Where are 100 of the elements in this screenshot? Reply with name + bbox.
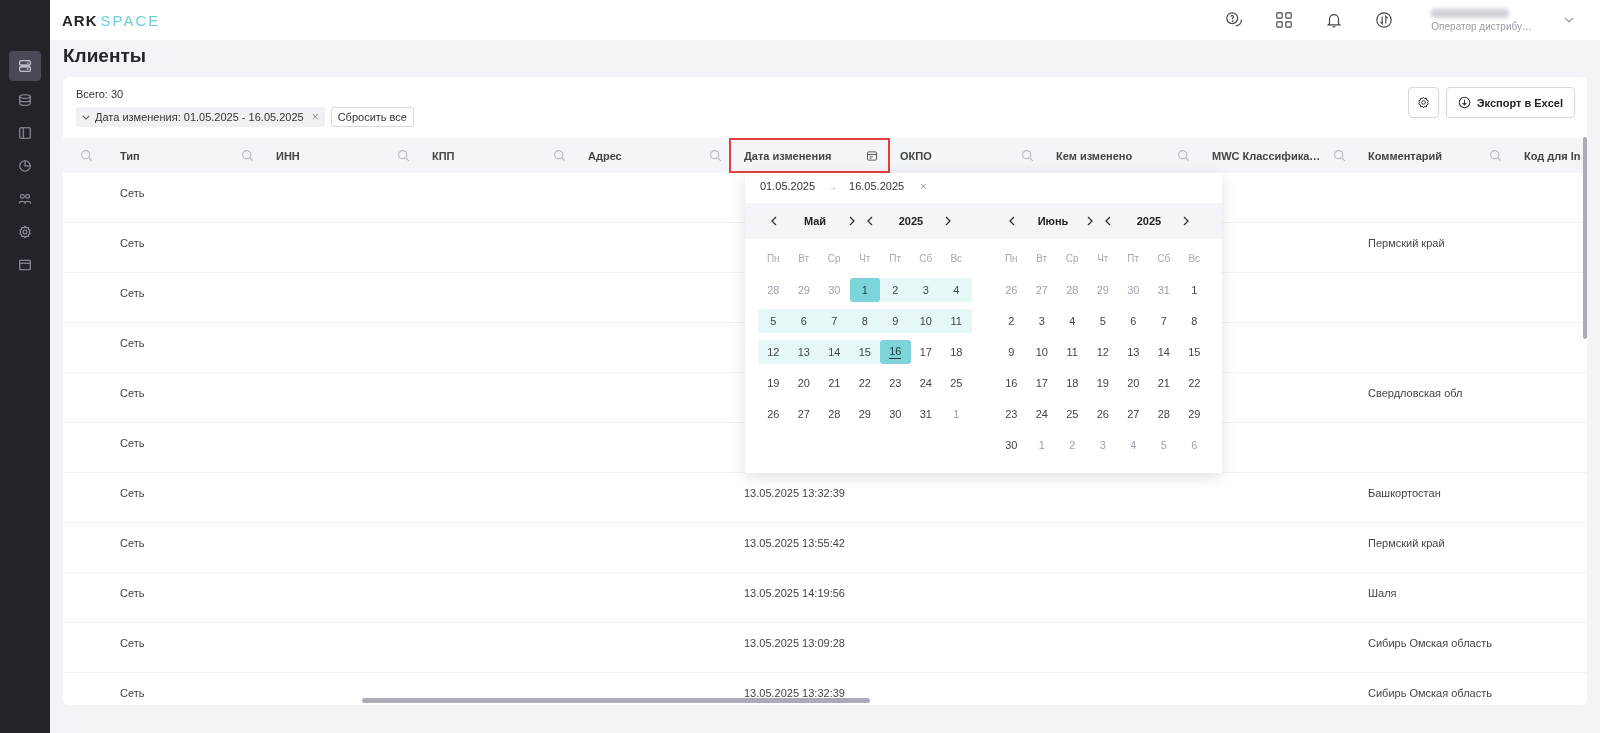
year-label[interactable]: 2025 <box>881 215 941 227</box>
calendar-day[interactable]: 3 <box>1026 308 1057 333</box>
calendar-day[interactable]: 26 <box>758 401 789 426</box>
calendar-day[interactable]: 11 <box>941 308 972 333</box>
calendar-day[interactable]: 27 <box>788 401 819 426</box>
calendar-day[interactable]: 16 <box>880 339 911 364</box>
calendar-day[interactable]: 25 <box>1057 401 1088 426</box>
calendar-day[interactable]: 8 <box>1179 308 1210 333</box>
calendar-day[interactable]: 26 <box>1087 401 1118 426</box>
calendar-day[interactable]: 29 <box>1179 401 1210 426</box>
calendar-day[interactable]: 11 <box>1057 339 1088 364</box>
column-header[interactable]: Дата изменения <box>744 149 832 162</box>
column-header[interactable]: Тип <box>120 149 140 162</box>
calendar-day[interactable]: 8 <box>849 308 880 333</box>
calendar-day[interactable]: 23 <box>880 370 911 395</box>
calendar-day[interactable]: 5 <box>1087 308 1118 333</box>
calendar-day[interactable]: 4 <box>941 277 972 302</box>
calendar-day[interactable]: 12 <box>1087 339 1118 364</box>
calendar-day[interactable]: 30 <box>996 432 1027 457</box>
calendar-day[interactable]: 20 <box>788 370 819 395</box>
calendar-day[interactable]: 17 <box>910 339 941 364</box>
reset-button[interactable]: Сбросить все <box>330 107 414 127</box>
column-header[interactable]: ИНН <box>276 149 300 162</box>
month-label[interactable]: Май <box>785 215 845 227</box>
calendar-day[interactable]: 6 <box>788 308 819 333</box>
calendar-day[interactable]: 14 <box>1148 339 1179 364</box>
calendar-day[interactable]: 1 <box>1179 277 1210 302</box>
calendar-day[interactable]: 15 <box>849 339 880 364</box>
calendar-day[interactable]: 13 <box>1118 339 1149 364</box>
logo[interactable]: ARK SPACE <box>62 11 161 29</box>
export-button[interactable]: Экспорт в Excel <box>1445 87 1575 118</box>
month-label[interactable]: Июнь <box>1023 215 1083 227</box>
calendar-day[interactable]: 19 <box>758 370 789 395</box>
column-header[interactable]: Код для In <box>1524 149 1581 162</box>
arrow-icon: → <box>827 180 838 192</box>
chevron-right-icon[interactable] <box>1087 216 1093 226</box>
calendar-day[interactable]: 14 <box>819 339 850 364</box>
chevron-down-icon[interactable] <box>1564 17 1574 23</box>
column-header[interactable]: Кем изменено <box>1056 149 1133 162</box>
calendar-day[interactable]: 24 <box>910 370 941 395</box>
calendar-day[interactable]: 17 <box>1026 370 1057 395</box>
calendar-day[interactable]: 28 <box>1148 401 1179 426</box>
calendar-day[interactable]: 31 <box>910 401 941 426</box>
calendar-day[interactable]: 19 <box>1087 370 1118 395</box>
bell-icon[interactable] <box>1325 11 1344 29</box>
year-label[interactable]: 2025 <box>1119 215 1179 227</box>
calendar-day[interactable]: 22 <box>1179 370 1210 395</box>
chevron-left-icon[interactable] <box>1009 216 1015 226</box>
column-header[interactable]: КПП <box>432 149 455 162</box>
chevron-left-icon[interactable] <box>1105 216 1111 226</box>
vertical-scrollbar[interactable] <box>1583 137 1587 339</box>
apps-grid-icon[interactable] <box>1275 11 1294 29</box>
swap-arrows-icon[interactable] <box>1375 11 1394 29</box>
chevron-left-icon[interactable] <box>867 216 873 226</box>
sidebar-item[interactable] <box>9 51 41 81</box>
column-header[interactable]: MWC Классифика… <box>1212 149 1321 162</box>
chevron-right-icon[interactable] <box>945 216 951 226</box>
calendar-day[interactable]: 22 <box>849 370 880 395</box>
calendar-day[interactable]: 24 <box>1026 401 1057 426</box>
calendar-day[interactable]: 10 <box>910 308 941 333</box>
calendar-day[interactable]: 3 <box>910 277 941 302</box>
calendar-day[interactable]: 4 <box>1057 308 1088 333</box>
calendar-day[interactable]: 21 <box>819 370 850 395</box>
calendar-day[interactable]: 25 <box>941 370 972 395</box>
calendar-day[interactable]: 10 <box>1026 339 1057 364</box>
calendar-day[interactable]: 2 <box>880 277 911 302</box>
calendar-day[interactable]: 21 <box>1148 370 1179 395</box>
calendar-day[interactable]: 18 <box>941 339 972 364</box>
calendar-day[interactable]: 27 <box>1118 401 1149 426</box>
calendar-day[interactable]: 7 <box>1148 308 1179 333</box>
calendar-day[interactable]: 30 <box>880 401 911 426</box>
calendar-day[interactable]: 9 <box>880 308 911 333</box>
calendar-day[interactable]: 13 <box>788 339 819 364</box>
calendar-day[interactable]: 7 <box>819 308 850 333</box>
start-date-field[interactable]: 01.05.2025 <box>760 180 816 192</box>
calendar-day[interactable]: 18 <box>1057 370 1088 395</box>
calendar-day[interactable]: 1 <box>849 277 880 302</box>
help-chat-icon[interactable] <box>1225 11 1244 29</box>
column-header[interactable]: Комментарий <box>1368 149 1443 162</box>
calendar-day[interactable]: 15 <box>1179 339 1210 364</box>
calendar-icon[interactable] <box>866 149 878 162</box>
calendar-day[interactable]: 23 <box>996 401 1027 426</box>
settings-button[interactable] <box>1407 87 1439 118</box>
end-date-field[interactable]: 16.05.2025 <box>849 180 905 192</box>
calendar-day[interactable]: 29 <box>849 401 880 426</box>
calendar-day[interactable]: 12 <box>758 339 789 364</box>
chevron-left-icon[interactable] <box>771 216 777 226</box>
calendar-day[interactable]: 9 <box>996 339 1027 364</box>
calendar-day[interactable]: 5 <box>758 308 789 333</box>
calendar-day[interactable]: 28 <box>819 401 850 426</box>
chevron-right-icon[interactable] <box>1183 216 1189 226</box>
calendar-day[interactable]: 16 <box>996 370 1027 395</box>
filter-chip[interactable]: Дата изменения: 01.05.2025 - 16.05.2025 × <box>76 107 325 127</box>
calendar-day[interactable]: 2 <box>996 308 1027 333</box>
calendar-day[interactable]: 6 <box>1118 308 1149 333</box>
column-header[interactable]: Адрес <box>588 149 622 162</box>
chevron-right-icon[interactable] <box>849 216 855 226</box>
column-header[interactable]: ОКПО <box>900 149 932 162</box>
horizontal-scrollbar[interactable] <box>362 698 870 703</box>
calendar-day[interactable]: 20 <box>1118 370 1149 395</box>
